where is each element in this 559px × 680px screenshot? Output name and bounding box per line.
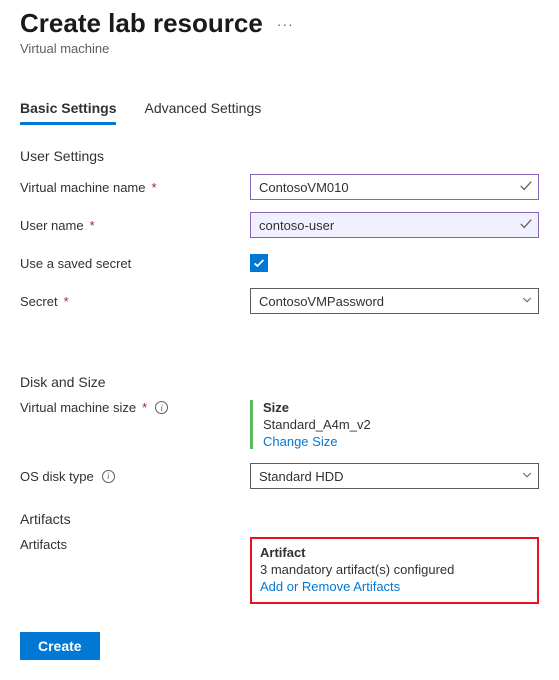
add-remove-artifacts-link[interactable]: Add or Remove Artifacts bbox=[260, 579, 529, 594]
vm-size-block-title: Size bbox=[263, 400, 539, 415]
page-subtitle: Virtual machine bbox=[20, 41, 539, 56]
artifacts-highlight-box: Artifact 3 mandatory artifact(s) configu… bbox=[250, 537, 539, 604]
vm-size-block: Size Standard_A4m_v2 Change Size bbox=[250, 400, 539, 449]
vm-name-label: Virtual machine name bbox=[20, 180, 146, 195]
tab-advanced-settings[interactable]: Advanced Settings bbox=[144, 100, 261, 125]
tabs-bar: Basic Settings Advanced Settings bbox=[20, 100, 539, 126]
page-title: Create lab resource bbox=[20, 8, 263, 39]
tab-basic-settings[interactable]: Basic Settings bbox=[20, 100, 116, 125]
artifacts-summary: 3 mandatory artifact(s) configured bbox=[260, 562, 529, 577]
required-indicator: * bbox=[152, 180, 157, 195]
create-button[interactable]: Create bbox=[20, 632, 100, 660]
use-saved-secret-checkbox[interactable] bbox=[250, 254, 268, 272]
vm-size-label: Virtual machine size bbox=[20, 400, 136, 415]
os-disk-type-label: OS disk type bbox=[20, 469, 94, 484]
required-indicator: * bbox=[64, 294, 69, 309]
vm-size-value: Standard_A4m_v2 bbox=[263, 417, 539, 432]
more-actions-icon[interactable]: ··· bbox=[277, 16, 294, 32]
info-icon[interactable]: i bbox=[102, 470, 115, 483]
checkmark-icon bbox=[252, 256, 266, 270]
section-artifacts: Artifacts bbox=[20, 511, 539, 527]
artifacts-block-title: Artifact bbox=[260, 545, 529, 560]
secret-select[interactable] bbox=[250, 288, 539, 314]
user-name-label: User name bbox=[20, 218, 84, 233]
user-name-input[interactable] bbox=[250, 212, 539, 238]
info-icon[interactable]: i bbox=[155, 401, 168, 414]
os-disk-type-select[interactable] bbox=[250, 463, 539, 489]
artifacts-label: Artifacts bbox=[20, 537, 67, 552]
use-saved-secret-label: Use a saved secret bbox=[20, 256, 131, 271]
required-indicator: * bbox=[90, 218, 95, 233]
required-indicator: * bbox=[142, 400, 147, 415]
change-size-link[interactable]: Change Size bbox=[263, 434, 539, 449]
section-disk-and-size: Disk and Size bbox=[20, 374, 539, 390]
secret-label: Secret bbox=[20, 294, 58, 309]
section-user-settings: User Settings bbox=[20, 148, 539, 164]
vm-name-input[interactable] bbox=[250, 174, 539, 200]
